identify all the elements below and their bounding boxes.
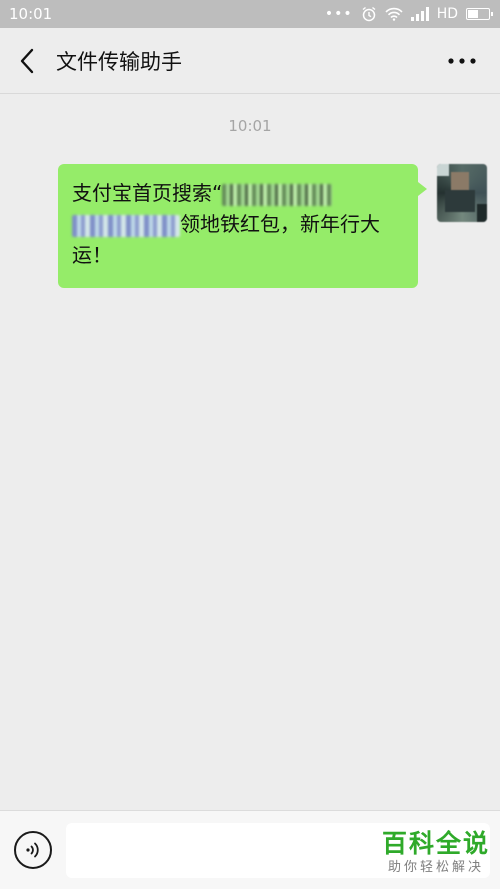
- back-arrow-icon: [20, 48, 34, 73]
- message-text-suffix: 运！: [72, 243, 112, 267]
- sent-message-bubble[interactable]: 支付宝首页搜索“ 领地铁红包，新年行大 运！: [58, 164, 427, 288]
- avatar-pixel: [451, 172, 469, 190]
- signal-icon: [410, 7, 429, 21]
- avatar-pixel: [477, 204, 487, 222]
- network-type: HD: [436, 6, 458, 22]
- voice-input-button[interactable]: [14, 831, 52, 869]
- chat-header: 文件传输助手: [0, 28, 500, 94]
- redacted-text: [72, 214, 180, 237]
- avatar[interactable]: [437, 164, 487, 222]
- message-input[interactable]: [66, 823, 490, 878]
- wifi-icon: [385, 7, 403, 21]
- message-timestamp: 10:01: [228, 117, 272, 135]
- avatar-pixel: [437, 164, 449, 176]
- status-bar: 10:01 ••• HD: [0, 0, 500, 28]
- message-text-prefix: 支付宝首页搜索“: [72, 181, 223, 205]
- status-time: 10:01: [9, 5, 53, 23]
- more-options-button[interactable]: [446, 50, 478, 72]
- input-bar: [0, 810, 500, 889]
- redacted-text: [222, 183, 333, 206]
- voice-input-icon: [26, 842, 39, 858]
- chat-title: 文件传输助手: [56, 49, 182, 74]
- status-icons: ••• HD: [324, 6, 493, 22]
- notification-dots: •••: [324, 6, 353, 22]
- battery-icon: [466, 8, 493, 20]
- alarm-icon: [361, 6, 377, 22]
- more-options-icon: [448, 58, 476, 64]
- message-text-middle: 领地铁红包，新年行大: [180, 212, 380, 236]
- back-button[interactable]: [0, 28, 54, 94]
- avatar-pixel: [445, 190, 475, 212]
